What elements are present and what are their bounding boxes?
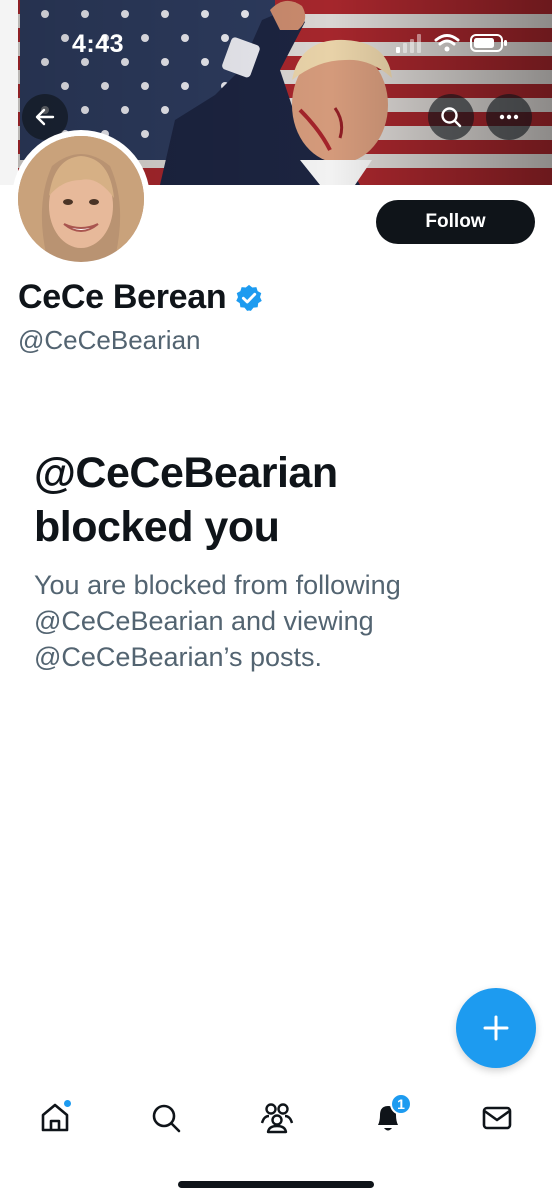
blocked-title-line: blocked you bbox=[34, 503, 280, 551]
display-name: CeCe Berean bbox=[18, 278, 227, 316]
search-icon bbox=[441, 107, 462, 128]
profile-handle: @CeCeBearian bbox=[18, 325, 201, 355]
messages-icon bbox=[482, 1106, 512, 1130]
follow-button[interactable]: Follow bbox=[376, 200, 535, 244]
nav-home[interactable] bbox=[33, 1096, 77, 1140]
new-posts-dot bbox=[63, 1099, 72, 1108]
plus-icon bbox=[483, 1015, 509, 1041]
nav-messages[interactable] bbox=[475, 1096, 519, 1140]
blocked-description: You are blocked from following @CeCeBear… bbox=[34, 567, 514, 675]
notifications-badge: 1 bbox=[390, 1093, 412, 1115]
more-button[interactable] bbox=[486, 94, 532, 140]
arrow-left-icon bbox=[35, 108, 55, 126]
status-time: 4:43 bbox=[72, 30, 125, 58]
cellular-signal-icon bbox=[396, 34, 421, 53]
nav-search[interactable] bbox=[144, 1096, 188, 1140]
search-button[interactable] bbox=[428, 94, 474, 140]
nav-communities[interactable] bbox=[255, 1096, 299, 1140]
blocked-description-line: You are blocked from following bbox=[34, 570, 401, 600]
profile-name-row: CeCe Berean bbox=[18, 278, 264, 317]
status-bar: 4:43 bbox=[0, 0, 552, 80]
nav-notifications[interactable]: 1 bbox=[366, 1093, 412, 1140]
verified-badge-icon[interactable] bbox=[234, 283, 264, 313]
status-icons bbox=[396, 33, 508, 53]
bottom-nav: 1 bbox=[0, 1082, 552, 1152]
compose-post-button[interactable] bbox=[456, 988, 536, 1068]
wifi-icon bbox=[434, 34, 460, 52]
home-indicator[interactable] bbox=[178, 1181, 374, 1188]
blocked-title-line: @CeCeBearian bbox=[34, 449, 338, 497]
avatar[interactable] bbox=[12, 130, 150, 268]
blocked-title: @CeCeBearian blocked you bbox=[34, 446, 514, 554]
communities-icon bbox=[260, 1103, 294, 1134]
search-icon bbox=[152, 1104, 181, 1133]
avatar-image bbox=[18, 136, 144, 262]
more-horizontal-icon bbox=[499, 114, 519, 120]
battery-icon bbox=[470, 34, 507, 52]
blocked-description-line: @CeCeBearian and viewing bbox=[34, 606, 374, 636]
blocked-description-line: @CeCeBearian’s posts. bbox=[34, 642, 323, 672]
